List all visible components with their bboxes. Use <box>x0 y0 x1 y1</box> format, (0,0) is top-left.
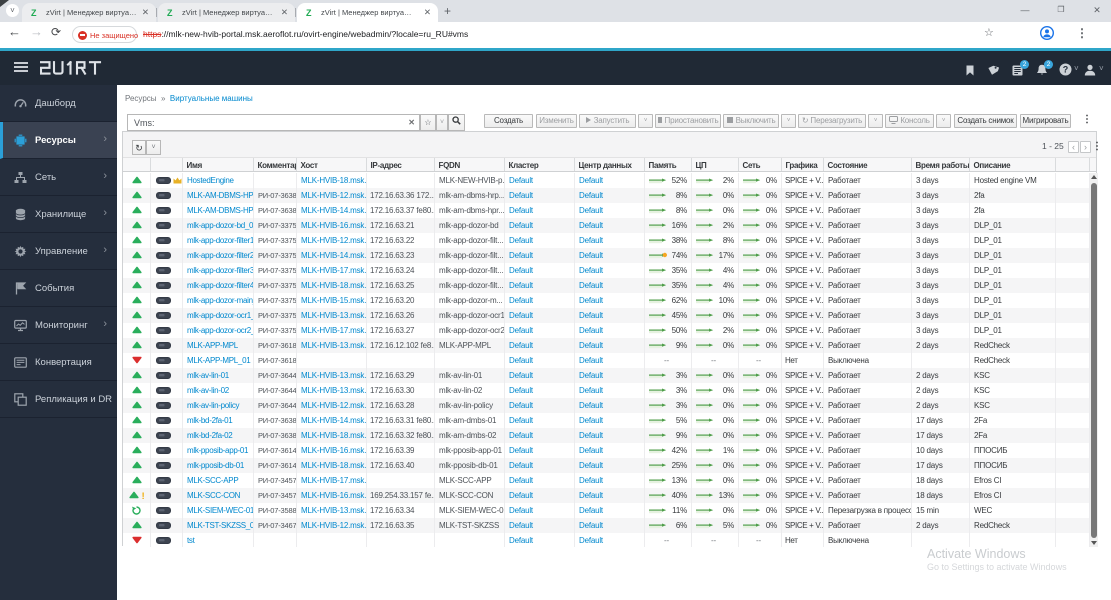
svg-text:?: ? <box>1063 64 1069 74</box>
